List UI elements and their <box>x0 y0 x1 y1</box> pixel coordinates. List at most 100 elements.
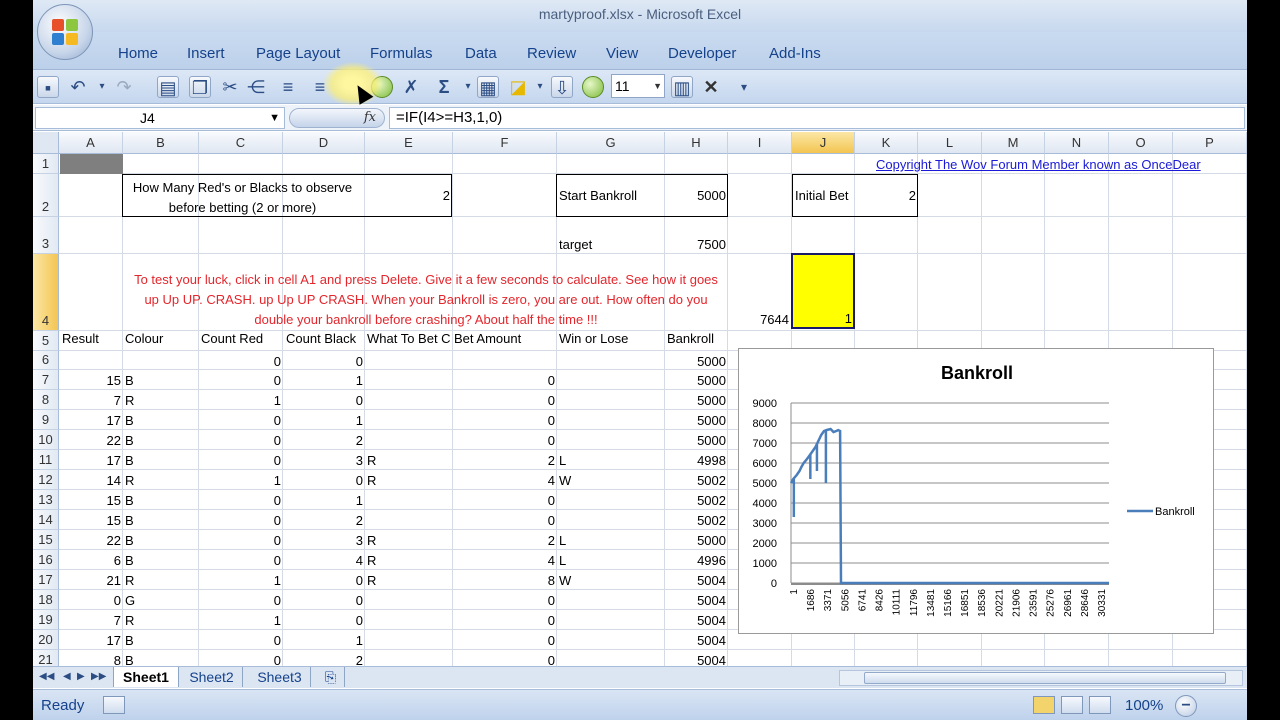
row-header-11[interactable]: 11 <box>33 450 59 470</box>
calculator-icon[interactable]: ▦ <box>477 76 499 98</box>
cell-b12[interactable]: R <box>125 473 195 489</box>
scroll-thumb[interactable] <box>864 672 1226 684</box>
cell-g3[interactable]: target <box>559 237 592 253</box>
row-header-15[interactable]: 15 <box>33 530 59 550</box>
cell-h19[interactable]: 5004 <box>665 613 726 629</box>
instructions-note[interactable]: To test your luck, click in cell A1 and … <box>129 270 723 330</box>
column-header-o[interactable]: O <box>1109 132 1173 154</box>
cell-h16[interactable]: 4996 <box>665 553 726 569</box>
column-header-j[interactable]: J <box>792 132 855 154</box>
align-left-icon[interactable]: ≡ <box>277 76 299 98</box>
cell-c10[interactable]: 0 <box>199 433 281 449</box>
last-sheet-icon[interactable]: ▶▶ <box>91 671 106 682</box>
fill-color-dropdown-icon[interactable]: ▾ <box>529 76 551 98</box>
column-header-a[interactable]: A <box>59 132 123 154</box>
cell-j2[interactable]: Initial Bet <box>795 188 848 204</box>
cell-c13[interactable]: 0 <box>199 493 281 509</box>
cell-d17[interactable]: 0 <box>283 573 363 589</box>
close-x-icon[interactable]: ✕ <box>700 76 722 98</box>
cell-a16[interactable]: 6 <box>59 553 121 569</box>
cell-e11[interactable]: R <box>367 453 447 469</box>
cell-a19[interactable]: 7 <box>59 613 121 629</box>
cell-a21[interactable]: 8 <box>59 653 121 666</box>
row-header-13[interactable]: 13 <box>33 490 59 510</box>
cell-i4[interactable]: 7644 <box>731 312 789 328</box>
cell-h13[interactable]: 5002 <box>665 493 726 509</box>
row-header-12[interactable]: 12 <box>33 470 59 490</box>
function-wizard[interactable]: fx <box>289 108 385 128</box>
copyright-link[interactable]: Copyright The Wov Forum Member known as … <box>876 157 1201 172</box>
first-sheet-icon[interactable]: ◀◀ <box>39 671 54 682</box>
cell-b8[interactable]: R <box>125 393 195 409</box>
cell-h20[interactable]: 5004 <box>665 633 726 649</box>
row-header-1[interactable]: 1 <box>33 154 59 174</box>
cell-b16[interactable]: B <box>125 553 195 569</box>
select-all-corner[interactable] <box>33 132 59 154</box>
header-colour[interactable]: Colour <box>125 331 163 347</box>
cell-f14[interactable]: 0 <box>453 513 555 529</box>
cell-h12[interactable]: 5002 <box>665 473 726 489</box>
cell-f12[interactable]: 4 <box>453 473 555 489</box>
cell-b9[interactable]: B <box>125 413 195 429</box>
cell-h11[interactable]: 4998 <box>665 453 726 469</box>
formula-input[interactable]: =IF(I4>=H3,1,0) <box>389 107 1245 129</box>
cell-c15[interactable]: 0 <box>199 533 281 549</box>
bankroll-chart[interactable]: Bankroll 9000 8000 7000 6000 5000 4000 3000 2000… <box>738 348 1214 634</box>
cell-f21[interactable]: 0 <box>453 653 555 666</box>
tab-developer[interactable]: Developer <box>668 45 736 62</box>
cell-a1-filled[interactable] <box>60 154 123 174</box>
cell-g12[interactable]: W <box>559 473 659 489</box>
cut-icon[interactable]: ✂ <box>219 76 241 98</box>
cell-c6[interactable]: 0 <box>199 354 281 370</box>
cell-d6[interactable]: 0 <box>283 354 363 370</box>
cell-f9[interactable]: 0 <box>453 413 555 429</box>
cell-f16[interactable]: 4 <box>453 553 555 569</box>
cell-h15[interactable]: 5000 <box>665 533 726 549</box>
row-header-2[interactable]: 2 <box>33 174 59 217</box>
cell-h14[interactable]: 5002 <box>665 513 726 529</box>
cell-k2[interactable]: 2 <box>855 188 916 204</box>
cell-c16[interactable]: 0 <box>199 553 281 569</box>
cell-a15[interactable]: 22 <box>59 533 121 549</box>
cell-d18[interactable]: 0 <box>283 593 363 609</box>
cell-b19[interactable]: R <box>125 613 195 629</box>
cell-d19[interactable]: 0 <box>283 613 363 629</box>
zoom-level[interactable]: 100% <box>1125 697 1163 714</box>
tab-add-ins[interactable]: Add-Ins <box>769 45 821 62</box>
header-count-black[interactable]: Count Black <box>286 331 356 347</box>
cell-c14[interactable]: 0 <box>199 513 281 529</box>
cell-h9[interactable]: 5000 <box>665 413 726 429</box>
fx-icon[interactable]: fx <box>364 110 376 125</box>
cell-b10[interactable]: B <box>125 433 195 449</box>
green-circle-2-icon[interactable] <box>582 76 604 98</box>
column-header-n[interactable]: N <box>1045 132 1109 154</box>
cell-c17[interactable]: 1 <box>199 573 281 589</box>
cell-f11[interactable]: 2 <box>453 453 555 469</box>
cell-c18[interactable]: 0 <box>199 593 281 609</box>
cell-f13[interactable]: 0 <box>453 493 555 509</box>
cell-g2[interactable]: Start Bankroll <box>559 188 637 204</box>
next-sheet-icon[interactable]: ▶ <box>77 671 85 682</box>
prev-sheet-icon[interactable]: ◀ <box>63 671 71 682</box>
copy-icon[interactable]: ❐ <box>189 76 211 98</box>
clipboard-icon[interactable]: ▥ <box>671 76 693 98</box>
cell-e15[interactable]: R <box>367 533 447 549</box>
cell-j4-selected[interactable]: 1 <box>791 253 855 329</box>
column-header-m[interactable]: M <box>982 132 1045 154</box>
row-header-6[interactable]: 6 <box>33 351 59 370</box>
header-result[interactable]: Result <box>62 331 99 347</box>
column-header-k[interactable]: K <box>855 132 918 154</box>
cell-b2[interactable]: How Many Red's or Blacks to observe befo… <box>125 178 360 218</box>
cell-g17[interactable]: W <box>559 573 659 589</box>
sheet-tab-2[interactable]: Sheet2 <box>181 667 243 687</box>
horizontal-scrollbar[interactable] <box>839 670 1243 686</box>
cell-b20[interactable]: B <box>125 633 195 649</box>
column-header-c[interactable]: C <box>199 132 283 154</box>
cell-h18[interactable]: 5004 <box>665 593 726 609</box>
cell-h7[interactable]: 5000 <box>665 373 726 389</box>
cell-d13[interactable]: 1 <box>283 493 363 509</box>
row-header-4[interactable]: 4 <box>33 254 59 331</box>
cell-a7[interactable]: 15 <box>59 373 121 389</box>
clear-icon[interactable]: ✗ <box>400 76 422 98</box>
cell-c11[interactable]: 0 <box>199 453 281 469</box>
